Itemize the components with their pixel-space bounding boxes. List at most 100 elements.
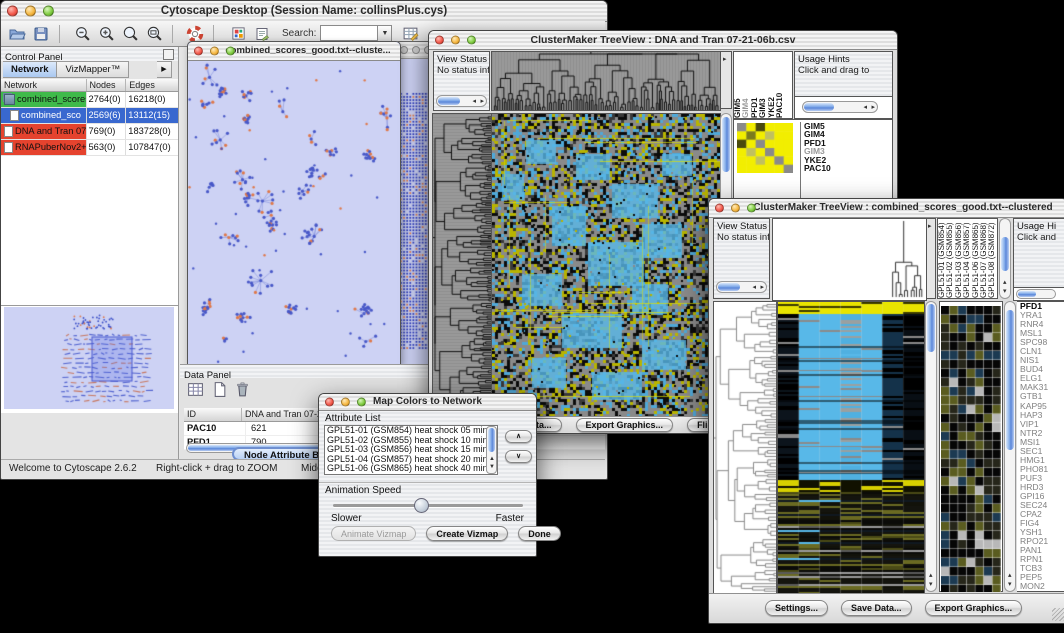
scroll-right-icon[interactable]: ▸ (760, 284, 764, 291)
float-panel-icon[interactable] (163, 49, 174, 60)
dialog-button[interactable]: Create Vizmap (426, 526, 508, 541)
minimize-icon[interactable] (210, 47, 219, 56)
scroll-up-icon[interactable]: ▴ (929, 572, 933, 579)
treeview2-action-button[interactable]: Export Graphics... (925, 600, 1023, 616)
id-col-header[interactable]: ID (184, 408, 242, 421)
column-label[interactable]: GPL51-02 (GSM855) (946, 219, 954, 298)
gene-label[interactable]: MON2 (1020, 582, 1064, 591)
close-icon[interactable] (194, 47, 203, 56)
resize-grip[interactable] (1052, 608, 1064, 621)
scroll-right-icon[interactable]: ▸ (480, 98, 484, 105)
network-col-header[interactable]: Network (1, 79, 87, 91)
control-panel-tab[interactable]: VizMapper™ (57, 61, 129, 78)
search-dropdown-icon[interactable]: ▼ (378, 25, 392, 43)
scroll-down-icon[interactable]: ▼ (489, 464, 495, 471)
minimize-icon[interactable] (451, 36, 460, 45)
treeview2-zoom-view[interactable] (941, 306, 1001, 592)
treeview2-action-button[interactable]: Settings... (765, 600, 828, 616)
column-label[interactable]: GPL51-08 (GSM872) (988, 219, 996, 298)
scroll-thumb[interactable] (804, 103, 834, 111)
column-label[interactable]: GPL51-04 (GSM857) (963, 219, 971, 298)
view-status-hscrollbar[interactable]: ◂ ▸ (436, 95, 487, 107)
splitter-arrow-icon[interactable]: ▸ (723, 56, 727, 63)
treeview2-column-dendrogram[interactable] (772, 218, 927, 301)
minimize-icon[interactable] (412, 46, 420, 54)
treeview1-row-dendrogram[interactable] (432, 113, 492, 418)
usage-hints-hscrollbar[interactable] (1016, 289, 1056, 299)
minimize-icon[interactable] (731, 204, 740, 213)
network-table-row[interactable]: combined_sco 2569(6) 13112(15) (1, 108, 178, 124)
treeview2-action-button[interactable]: Save Data... (841, 600, 912, 616)
search-combobox[interactable]: ▼ (320, 25, 392, 43)
zoom-in-button[interactable] (94, 23, 118, 45)
open-file-button[interactable] (5, 23, 29, 45)
dialog-title-bar[interactable]: Map Colors to Network (319, 394, 536, 411)
column-label[interactable]: GPL51-06 (GSM865) (972, 219, 980, 298)
scroll-up-icon[interactable]: ▴ (1003, 279, 1007, 286)
close-icon[interactable] (435, 36, 444, 45)
attribute-list-vscrollbar[interactable]: ▲ ▼ (486, 426, 497, 474)
treeview2-vscrollbar[interactable]: ▴ ▾ (925, 301, 937, 592)
column-label[interactable]: YKE2 (768, 52, 776, 118)
move-up-button[interactable]: ∧ (505, 430, 532, 443)
tabs-overflow-arrow-icon[interactable]: ▶ (157, 61, 172, 78)
zoom-fit-button[interactable] (142, 23, 166, 45)
zoom-out-button[interactable] (70, 23, 94, 45)
background-network-canvas[interactable] (396, 91, 430, 353)
scroll-left-icon[interactable]: ◂ (472, 98, 476, 105)
zoom-selected-button[interactable] (118, 23, 142, 45)
scroll-left-icon[interactable]: ◂ (863, 104, 867, 111)
scroll-right-icon[interactable]: ▸ (871, 104, 875, 111)
network-overview-thumbnail[interactable] (4, 307, 174, 409)
network-table-row[interactable]: DNA and Tran 07 769(0) 183728(0) (1, 124, 178, 140)
search-input[interactable] (320, 25, 378, 41)
close-icon[interactable] (400, 46, 408, 54)
column-label[interactable]: GIM3 (759, 52, 767, 118)
scroll-up-icon[interactable]: ▲ (489, 456, 495, 463)
control-panel-tab[interactable]: Network (3, 61, 57, 78)
zoom-window-icon[interactable] (357, 398, 366, 407)
new-attribute-button[interactable] (211, 381, 228, 403)
scroll-thumb[interactable] (722, 117, 730, 172)
treeview2-splitter[interactable]: ▸ (926, 218, 936, 299)
main-title-bar[interactable]: Cytoscape Desktop (Session Name: collins… (1, 1, 607, 22)
zoom-window-icon[interactable] (43, 6, 54, 17)
delete-attribute-button[interactable] (234, 381, 251, 403)
treeview2-row-dendrogram[interactable] (713, 301, 777, 594)
treeview1-action-button[interactable]: Export Graphics... (576, 418, 674, 432)
view-status-hscrollbar[interactable]: ◂ ▸ (716, 281, 767, 293)
network-view-canvas[interactable] (188, 61, 398, 364)
treeview1-heatmap[interactable] (491, 113, 721, 418)
treeview2-title-bar[interactable]: ClusterMaker TreeView : combined_scores_… (709, 199, 1064, 218)
close-icon[interactable] (325, 398, 334, 407)
treeview2-collabel-vscrollbar[interactable]: ▴ ▾ (999, 218, 1011, 299)
column-label[interactable]: PAC10 (776, 52, 784, 118)
zoom-window-icon[interactable] (467, 36, 476, 45)
similarity-matrix[interactable] (737, 123, 793, 173)
zoom-window-icon[interactable] (747, 204, 756, 213)
slider-thumb[interactable] (414, 498, 429, 513)
network-table-row[interactable]: RNAPuberNov2+ 563(0) 107847(0) (1, 140, 178, 156)
close-icon[interactable] (7, 6, 18, 17)
scroll-thumb[interactable] (438, 97, 460, 105)
column-label[interactable]: PFD1 (751, 52, 759, 118)
scroll-down-icon[interactable]: ▾ (929, 581, 933, 588)
treeview1-splitter[interactable]: ▸ (720, 51, 732, 109)
scroll-thumb[interactable] (1006, 310, 1014, 450)
dialog-button[interactable]: Animate Vizmap (331, 526, 416, 541)
attribute-list[interactable]: GPL51-01 (GSM854) heat shock 05 minGPL51… (324, 425, 498, 475)
gene-list-vscrollbar[interactable]: ▴ ▾ (1004, 301, 1016, 592)
save-session-button[interactable] (29, 23, 53, 45)
minimize-icon[interactable] (25, 6, 36, 17)
usage-hints-hscrollbar[interactable]: ◂ ▸ (802, 101, 878, 113)
scroll-thumb[interactable] (1018, 291, 1036, 297)
scroll-down-icon[interactable]: ▾ (1003, 288, 1007, 295)
treeview2-heatmap[interactable] (777, 301, 925, 594)
zoom-window-icon[interactable] (226, 47, 235, 56)
scroll-up-icon[interactable]: ▴ (1008, 572, 1012, 579)
edges-col-header[interactable]: Edges (126, 79, 178, 91)
minimize-icon[interactable] (341, 398, 350, 407)
splitter-arrow-icon[interactable]: ▸ (928, 223, 932, 230)
scroll-down-icon[interactable]: ▾ (1008, 581, 1012, 588)
attribute-list-item[interactable]: GPL51-07 (GSM868) heat shock 60 min (325, 474, 497, 475)
